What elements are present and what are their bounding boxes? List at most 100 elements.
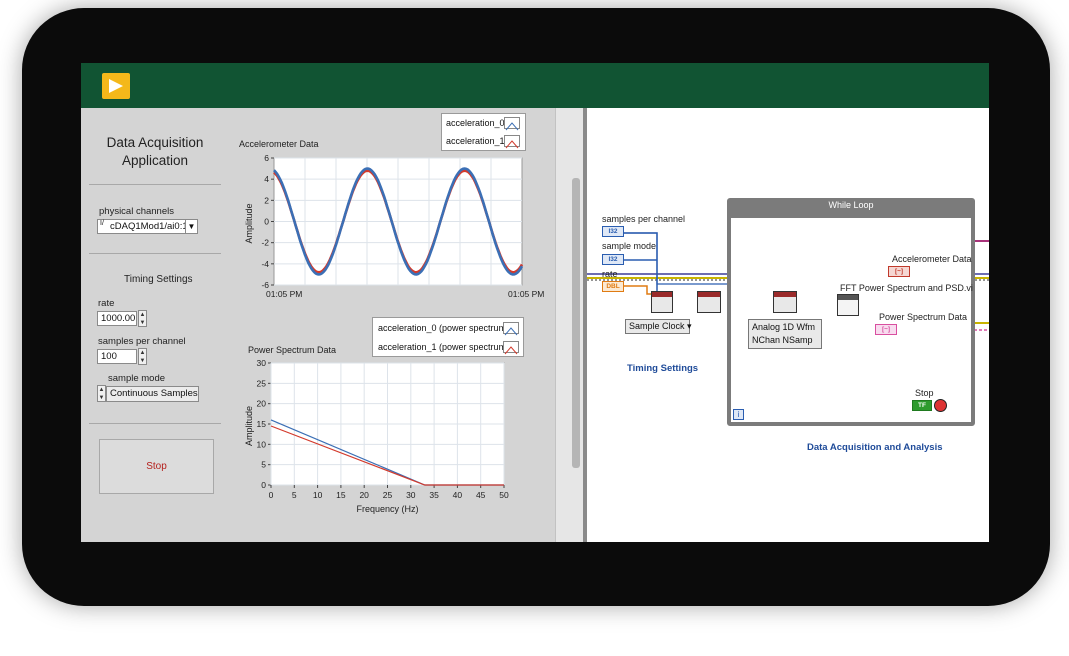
labview-window: Data Acquisition Application physical ch… bbox=[81, 63, 989, 542]
accel-legend: acceleration_0 acceleration_1 bbox=[441, 113, 526, 151]
accelerometer-graph: 6420-2-4-601:05 PM 01:05 PMAmplitude bbox=[244, 153, 544, 299]
x-tick-label: 25 bbox=[383, 490, 393, 500]
daqmx-timing-node[interactable] bbox=[651, 291, 673, 313]
sample-clock-label: Sample Clock bbox=[629, 321, 685, 331]
samples-spinner[interactable]: ▲ ▼ bbox=[138, 348, 147, 365]
power-graph-title: Power Spectrum Data bbox=[248, 345, 337, 355]
divider bbox=[89, 184, 221, 185]
y-tick-label: 20 bbox=[257, 399, 267, 409]
accel-legend-item-0: acceleration_0 bbox=[446, 118, 505, 128]
x-tick-label: 01:05 PM bbox=[266, 289, 302, 299]
accelerometer-data-label: Accelerometer Data bbox=[892, 254, 972, 264]
samples-input[interactable]: 100 bbox=[97, 349, 137, 364]
rate-diagram-label: rate bbox=[602, 269, 618, 279]
x-tick-label: 20 bbox=[359, 490, 369, 500]
sample-mode-terminal[interactable]: I32 bbox=[602, 254, 624, 265]
accel-legend-swatch-1[interactable] bbox=[504, 135, 520, 149]
x-tick-label: 0 bbox=[269, 490, 274, 500]
y-tick-label: 2 bbox=[264, 195, 269, 205]
daqmx-read-node[interactable] bbox=[773, 291, 797, 313]
timing-settings-label: Timing Settings bbox=[124, 274, 193, 285]
rate-spinner[interactable]: ▲ ▼ bbox=[138, 310, 147, 327]
run-button[interactable] bbox=[102, 73, 130, 99]
y-axis-label: Amplitude bbox=[244, 406, 254, 446]
power-legend-swatch-0[interactable] bbox=[503, 322, 519, 336]
power-legend-item-0: acceleration_0 (power spectrum) bbox=[378, 323, 510, 333]
sample-mode-label: sample mode bbox=[108, 373, 166, 384]
front-panel: Data Acquisition Application physical ch… bbox=[81, 108, 583, 542]
x-tick-label: 50 bbox=[499, 490, 509, 500]
iteration-terminal[interactable]: i bbox=[733, 409, 744, 420]
y-tick-label: 4 bbox=[264, 174, 269, 184]
y-tick-label: 5 bbox=[261, 460, 266, 470]
x-tick-label: 01:05 PM bbox=[508, 289, 544, 299]
accel-legend-swatch-0[interactable] bbox=[504, 117, 520, 131]
divider bbox=[89, 253, 221, 254]
x-tick-label: 40 bbox=[453, 490, 463, 500]
power-legend-item-1: acceleration_1 (power spectrum) bbox=[378, 342, 510, 352]
x-tick-label: 30 bbox=[406, 490, 416, 500]
sample-mode-ring[interactable]: Continuous Samples bbox=[106, 386, 199, 402]
timing-settings-comment: Timing Settings bbox=[627, 363, 699, 374]
accel-graph-title: Accelerometer Data bbox=[239, 139, 319, 149]
power-legend: acceleration_0 (power spectrum) accelera… bbox=[372, 317, 524, 357]
divider bbox=[89, 423, 221, 424]
samples-per-channel-terminal[interactable]: I32 bbox=[602, 226, 624, 237]
accelerometer-data-terminal[interactable]: [~] bbox=[888, 266, 910, 277]
rate-label: rate bbox=[98, 298, 115, 309]
y-axis-label: Amplitude bbox=[244, 203, 254, 243]
stop-button[interactable]: Stop bbox=[99, 439, 214, 494]
x-tick-label: 35 bbox=[429, 490, 439, 500]
y-tick-label: 10 bbox=[257, 439, 267, 449]
y-tick-label: -4 bbox=[261, 259, 269, 269]
x-tick-label: 15 bbox=[336, 490, 346, 500]
accel-legend-item-1: acceleration_1 bbox=[446, 136, 505, 146]
y-tick-label: 6 bbox=[264, 153, 269, 163]
x-tick-label: 5 bbox=[292, 490, 297, 500]
sample-mode-diagram-label: sample mode bbox=[602, 241, 657, 251]
y-tick-label: 30 bbox=[257, 358, 267, 368]
stop-terminal[interactable]: TF bbox=[912, 400, 932, 411]
y-tick-label: 15 bbox=[257, 419, 267, 429]
power-spectrum-graph: 3025201510500 5 10 15 20 25 30 35 40 45 50Frequenc… bbox=[244, 358, 509, 514]
vertical-scrollbar[interactable] bbox=[555, 108, 584, 542]
rate-terminal[interactable]: DBL bbox=[602, 281, 624, 292]
power-legend-swatch-1[interactable] bbox=[503, 341, 519, 355]
analog-wfm-line1: Analog 1D Wfm bbox=[752, 322, 816, 332]
app-title: Data Acquisition Application bbox=[99, 134, 211, 170]
samples-label: samples per channel bbox=[98, 336, 186, 347]
physical-channels-label: physical channels bbox=[99, 206, 174, 217]
x-axis-label: Frequency (Hz) bbox=[356, 504, 418, 514]
scrollbar-thumb[interactable] bbox=[572, 178, 580, 468]
channels-dropdown-arrow[interactable]: ▼ bbox=[185, 219, 198, 234]
power-spectrum-data-label: Power Spectrum Data bbox=[879, 312, 968, 322]
y-tick-label: 25 bbox=[257, 378, 267, 388]
io-name-icon: I/ bbox=[100, 220, 104, 227]
physical-channels-value: cDAQ1Mod1/ai0:1 bbox=[110, 221, 188, 232]
fft-vi-node[interactable] bbox=[837, 294, 859, 316]
run-arrow-icon bbox=[109, 79, 123, 93]
stop-diagram-label: Stop bbox=[915, 388, 934, 398]
y-tick-label: -2 bbox=[261, 238, 269, 248]
app-title-line1: Data Acquisition bbox=[106, 135, 204, 150]
physical-channels-control[interactable]: I/ cDAQ1Mod1/ai0:1 bbox=[97, 219, 198, 234]
block-diagram: samples per channel I32 sample mode I32 … bbox=[587, 108, 989, 542]
x-tick-label: 10 bbox=[313, 490, 323, 500]
daqmx-start-node[interactable] bbox=[697, 291, 721, 313]
fft-vi-label: FFT Power Spectrum and PSD.vi bbox=[840, 283, 973, 293]
x-tick-label: 45 bbox=[476, 490, 486, 500]
data-acquisition-comment: Data Acquisition and Analysis bbox=[807, 442, 943, 453]
while-loop-title: While Loop bbox=[828, 200, 874, 210]
app-title-line2: Application bbox=[121, 153, 189, 168]
rate-input[interactable]: 1000.00 bbox=[97, 311, 137, 326]
analog-wfm-ring[interactable]: Analog 1D Wfm NChan NSamp bbox=[748, 319, 822, 349]
toolbar bbox=[81, 63, 989, 108]
sample-mode-spinner[interactable]: ▲ ▼ bbox=[97, 385, 106, 402]
analog-wfm-line2: NChan NSamp bbox=[752, 335, 813, 345]
samples-per-channel-label: samples per channel bbox=[602, 214, 686, 224]
loop-condition-icon[interactable] bbox=[934, 399, 947, 412]
sample-clock-ring[interactable]: Sample Clock ▾ bbox=[625, 319, 692, 334]
y-tick-label: 0 bbox=[264, 217, 269, 227]
y-tick-label: 0 bbox=[261, 480, 266, 490]
power-spectrum-terminal[interactable]: [~] bbox=[875, 324, 897, 335]
